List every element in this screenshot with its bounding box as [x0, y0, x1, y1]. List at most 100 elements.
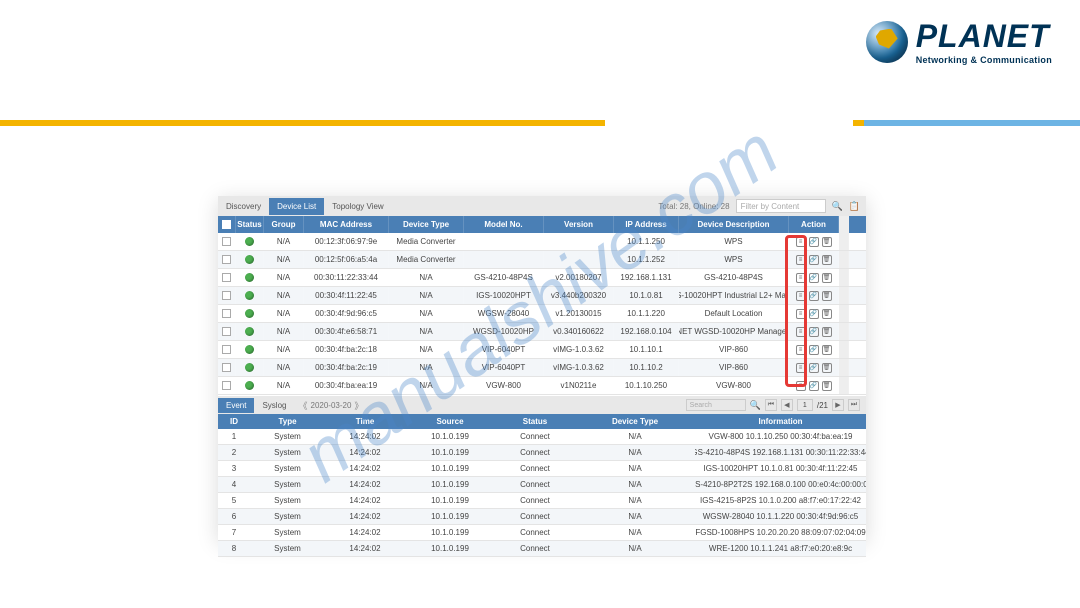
link-icon[interactable]: 🔗 [809, 381, 819, 391]
cell-version: v1.20130015 [544, 305, 614, 322]
row-checkbox[interactable] [222, 237, 231, 246]
settings-icon[interactable]: ≡ [796, 381, 806, 391]
delete-icon[interactable]: 🗑 [822, 291, 832, 301]
col-version[interactable]: Version [544, 216, 614, 233]
event-row[interactable]: 1System14:24:0210.1.0.199ConnectN/AVGW-8… [218, 429, 866, 445]
page-first[interactable]: ⏮ [765, 399, 777, 411]
cell-source: 10.1.0.199 [405, 493, 495, 508]
cell-ip: 10.1.1.250 [614, 233, 679, 250]
link-icon[interactable]: 🔗 [809, 345, 819, 355]
link-icon[interactable]: 🔗 [809, 327, 819, 337]
tab-topology-view[interactable]: Topology View [324, 198, 391, 215]
event-row[interactable]: 3System14:24:0210.1.0.199ConnectN/AIGS-1… [218, 461, 866, 477]
ecol-type[interactable]: Type [250, 414, 325, 429]
date-prev-icon[interactable]: 《 [298, 399, 307, 412]
settings-icon[interactable]: ≡ [796, 237, 806, 247]
event-search-input[interactable]: Search [686, 399, 746, 411]
row-checkbox[interactable] [222, 273, 231, 282]
delete-icon[interactable]: 🗑 [822, 255, 832, 265]
ecol-device-type[interactable]: Device Type [575, 414, 695, 429]
device-row[interactable]: N/A00:30:11:22:33:44N/AGS-4210-48P4Sv2.0… [218, 269, 866, 287]
link-icon[interactable]: 🔗 [809, 309, 819, 319]
ecol-id[interactable]: ID [218, 414, 250, 429]
tab-syslog[interactable]: Syslog [254, 398, 294, 413]
row-checkbox[interactable] [222, 363, 231, 372]
settings-icon[interactable]: ≡ [796, 273, 806, 283]
scrollbar[interactable] [839, 216, 849, 233]
status-online-icon [245, 345, 254, 354]
cell-info: WGSW-28040 10.1.1.220 00:30:4f:9d:96:c5 [695, 509, 866, 524]
select-all-checkbox[interactable] [222, 220, 231, 229]
delete-icon[interactable]: 🗑 [822, 363, 832, 373]
link-icon[interactable]: 🔗 [809, 291, 819, 301]
tab-discovery[interactable]: Discovery [218, 198, 269, 215]
status-online-icon [245, 237, 254, 246]
row-checkbox[interactable] [222, 309, 231, 318]
device-row[interactable]: N/A00:30:4f:9d:96:c5N/AWGSW-28040v1.2013… [218, 305, 866, 323]
cell-type: System [250, 541, 325, 556]
col-model[interactable]: Model No. [464, 216, 544, 233]
settings-icon[interactable]: ≡ [796, 255, 806, 265]
page-next[interactable]: ▶ [832, 399, 844, 411]
link-icon[interactable]: 🔗 [809, 273, 819, 283]
filter-input[interactable]: Filter by Content [736, 199, 826, 213]
event-row[interactable]: 4System14:24:0210.1.0.199ConnectN/AGS-42… [218, 477, 866, 493]
delete-icon[interactable]: 🗑 [822, 381, 832, 391]
tab-event[interactable]: Event [218, 398, 254, 413]
ecol-source[interactable]: Source [405, 414, 495, 429]
row-checkbox[interactable] [222, 381, 231, 390]
search-icon[interactable]: 🔍 [832, 201, 843, 212]
tab-device-list[interactable]: Device List [269, 198, 324, 215]
settings-icon[interactable]: ≡ [796, 345, 806, 355]
ecol-status[interactable]: Status [495, 414, 575, 429]
row-checkbox[interactable] [222, 291, 231, 300]
delete-icon[interactable]: 🗑 [822, 345, 832, 355]
event-row[interactable]: 2System14:24:0210.1.0.199ConnectN/AGS-42… [218, 445, 866, 461]
device-row[interactable]: N/A00:30:4f:11:22:45N/AIGS-10020HPTv3.44… [218, 287, 866, 305]
settings-icon[interactable]: ≡ [796, 327, 806, 337]
event-date[interactable]: 2020-03-20 [311, 401, 352, 410]
device-row[interactable]: N/A00:30:4f:ba:2c:18N/AVIP-6040PTvIMG-1.… [218, 341, 866, 359]
event-row[interactable]: 8System14:24:0210.1.0.199ConnectN/AWRE-1… [218, 541, 866, 557]
page-prev[interactable]: ◀ [781, 399, 793, 411]
device-row[interactable]: N/A00:12:5f:06:a5:4aMedia Converter10.1.… [218, 251, 866, 269]
col-mac[interactable]: MAC Address [304, 216, 389, 233]
delete-icon[interactable]: 🗑 [822, 309, 832, 319]
device-row[interactable]: N/A00:30:4f:e6:58:71N/AWGSD-10020HPv0.34… [218, 323, 866, 341]
cell-devtype: N/A [575, 541, 695, 556]
device-row[interactable]: N/A00:30:4f:ba:ea:19N/AVGW-800v1N0211e10… [218, 377, 866, 395]
event-row[interactable]: 5System14:24:0210.1.0.199ConnectN/AIGS-4… [218, 493, 866, 509]
col-description[interactable]: Device Description [679, 216, 789, 233]
row-checkbox[interactable] [222, 345, 231, 354]
col-group[interactable]: Group [264, 216, 304, 233]
link-icon[interactable]: 🔗 [809, 363, 819, 373]
cell-status: Connect [495, 477, 575, 492]
delete-icon[interactable]: 🗑 [822, 237, 832, 247]
date-next-icon[interactable]: 》 [354, 399, 363, 412]
link-icon[interactable]: 🔗 [809, 237, 819, 247]
settings-icon[interactable]: ≡ [796, 309, 806, 319]
event-search-icon[interactable]: 🔍 [750, 400, 761, 411]
col-ip[interactable]: IP Address [614, 216, 679, 233]
col-status[interactable]: Status [236, 216, 264, 233]
cell-status: Connect [495, 461, 575, 476]
event-row[interactable]: 6System14:24:0210.1.0.199ConnectN/AWGSW-… [218, 509, 866, 525]
device-row[interactable]: N/A00:12:3f:06:97:9eMedia Converter10.1.… [218, 233, 866, 251]
page-last[interactable]: ⏭ [848, 399, 860, 411]
cell-ip: 10.1.1.220 [614, 305, 679, 322]
cell-status: Connect [495, 429, 575, 444]
delete-icon[interactable]: 🗑 [822, 327, 832, 337]
row-checkbox[interactable] [222, 255, 231, 264]
row-checkbox[interactable] [222, 327, 231, 336]
ecol-information[interactable]: Information [695, 414, 866, 429]
delete-icon[interactable]: 🗑 [822, 273, 832, 283]
page-number[interactable]: 1 [797, 399, 813, 411]
ecol-time[interactable]: Time [325, 414, 405, 429]
settings-icon[interactable]: ≡ [796, 291, 806, 301]
event-row[interactable]: 7System14:24:0210.1.0.199ConnectN/AFGSD-… [218, 525, 866, 541]
col-device-type[interactable]: Device Type [389, 216, 464, 233]
clipboard-icon[interactable]: 📋 [849, 201, 860, 212]
device-row[interactable]: N/A00:30:4f:ba:2c:19N/AVIP-6040PTvIMG-1.… [218, 359, 866, 377]
link-icon[interactable]: 🔗 [809, 255, 819, 265]
settings-icon[interactable]: ≡ [796, 363, 806, 373]
